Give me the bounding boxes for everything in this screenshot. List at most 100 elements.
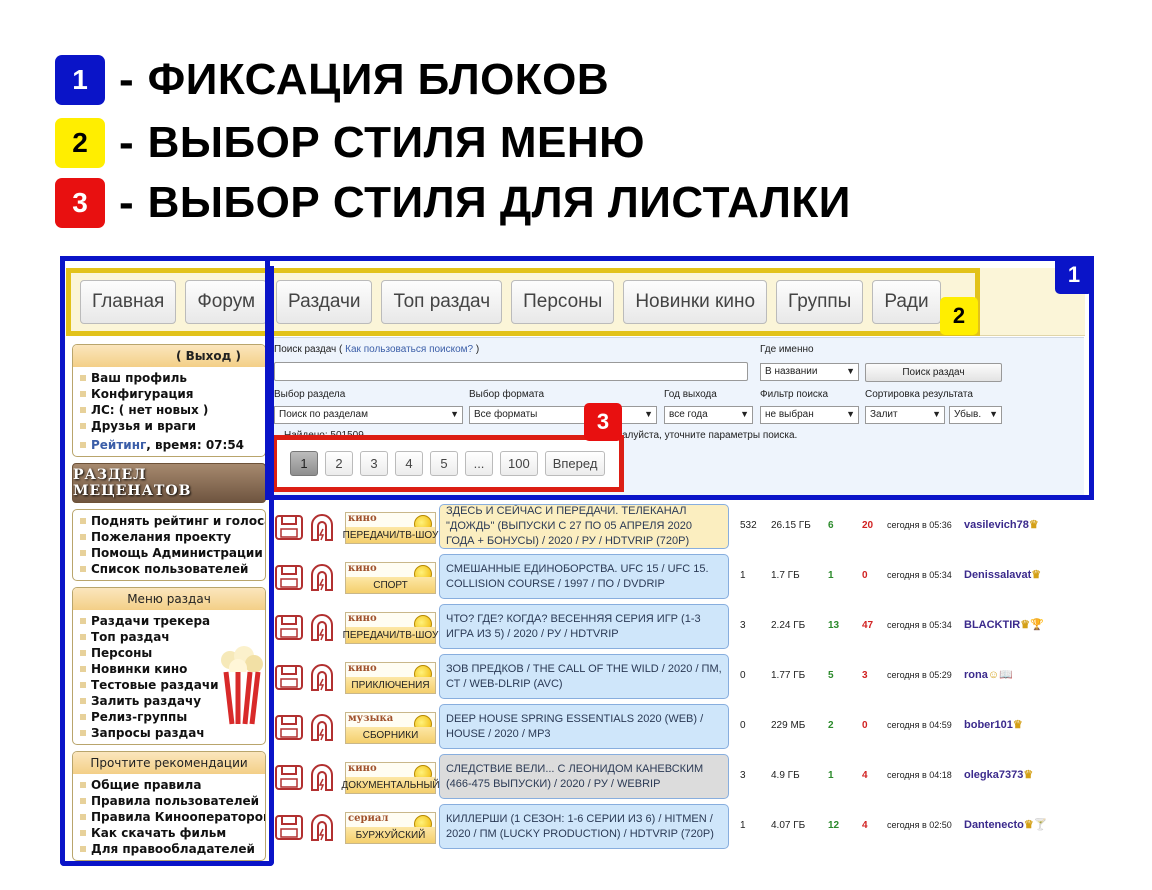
download-icon[interactable] <box>274 762 304 792</box>
torrent-title[interactable]: СЛЕДСТВИЕ ВЕЛИ... С ЛЕОНИДОМ КАНЕВСКИМ (… <box>439 754 729 799</box>
page-button[interactable]: 2 <box>325 451 353 476</box>
download-icon[interactable] <box>274 712 304 742</box>
file-count: 1 <box>740 820 746 831</box>
section-select[interactable]: Поиск по разделам <box>274 406 463 424</box>
page-button[interactable]: 3 <box>360 451 388 476</box>
magnet-icon[interactable] <box>307 762 337 792</box>
rules-menu-item[interactable]: Правила Кинооператоров <box>75 809 265 825</box>
uploader-name[interactable]: rona <box>964 669 988 681</box>
nav-tab[interactable]: Новинки кино <box>623 280 768 324</box>
download-icon[interactable] <box>274 812 304 842</box>
support-menu-item[interactable]: Поднять рейтинг и голоса <box>75 513 265 529</box>
server-time: , время: 07:54 <box>146 438 245 452</box>
uploader-name[interactable]: bober101 <box>964 719 1013 731</box>
torrent-title[interactable]: DEEP HOUSE SPRING ESSENTIALS 2020 (WEB) … <box>439 704 729 749</box>
where-select[interactable]: В названии <box>760 363 859 381</box>
uploader-name[interactable]: Dantenecto <box>964 819 1024 831</box>
next-page-button[interactable]: Вперед <box>544 451 606 476</box>
torrent-size: 26.15 ГБ <box>771 520 811 531</box>
page-button[interactable]: 100 <box>500 451 538 476</box>
leechers-count: 20 <box>862 520 874 531</box>
rating-link[interactable]: Рейтинг <box>91 438 146 452</box>
uploader[interactable]: rona☺📖 <box>964 668 1013 681</box>
logout-link[interactable]: ( Выход ) <box>73 345 265 367</box>
uploader[interactable]: Dantenecto♛🍸 <box>964 818 1047 831</box>
leechers-count: 0 <box>862 720 868 731</box>
torrents-menu-item[interactable]: Раздачи трекера <box>75 613 265 629</box>
category-badge[interactable]: кино ПЕРЕДАЧИ/ТВ-ШОУ <box>343 512 438 544</box>
rules-menu-item[interactable]: Для правообладателей <box>75 841 265 857</box>
uploader[interactable]: bober101♛ <box>964 718 1023 731</box>
download-icon[interactable] <box>274 562 304 592</box>
torrent-title[interactable]: ЧТО? ГДЕ? КОГДА? ВЕСЕННЯЯ СЕРИЯ ИГР (1-3… <box>439 604 729 649</box>
user-menu-item[interactable]: Конфигурация <box>75 386 265 402</box>
search-button[interactable]: Поиск раздач <box>865 363 1002 382</box>
uploader[interactable]: olegka7373♛ <box>964 768 1033 781</box>
magnet-icon[interactable] <box>307 612 337 642</box>
year-select[interactable]: все года <box>664 406 753 424</box>
uploader-name[interactable]: olegka7373 <box>964 769 1023 781</box>
torrent-row: кино ПЕРЕДАЧИ/ТВ-ШОУ ЗДЕСЬ И СЕЙЧАС И ПЕРЕ… <box>270 500 1085 550</box>
support-menu-item[interactable]: Список пользователей <box>75 561 265 577</box>
nav-tab[interactable]: Персоны <box>511 280 615 324</box>
download-icon[interactable] <box>274 512 304 542</box>
magnet-icon[interactable] <box>307 662 337 692</box>
order-select[interactable]: Убыв. <box>949 406 1002 424</box>
magnet-icon[interactable] <box>307 812 337 842</box>
rules-menu-item[interactable]: Как скачать фильм <box>75 825 265 841</box>
torrent-title[interactable]: ЗОВ ПРЕДКОВ / THE CALL OF THE WILD / 202… <box>439 654 729 699</box>
nav-tab[interactable]: Раздачи <box>276 280 373 324</box>
page-button[interactable]: 5 <box>430 451 458 476</box>
torrent-title[interactable]: СМЕШАННЫЕ ЕДИНОБОРСТВА. UFC 15 / UFC 15.… <box>439 554 729 599</box>
nav-tab[interactable]: Форум <box>185 280 268 324</box>
category-badge[interactable]: кино ПЕРЕДАЧИ/ТВ-ШОУ <box>343 612 438 644</box>
uploader-name[interactable]: Denissalavat <box>964 569 1031 581</box>
seeders-count: 1 <box>828 770 834 781</box>
nav-tab[interactable]: Главная <box>80 280 177 324</box>
page-button[interactable]: 1 <box>290 451 318 476</box>
category-badge[interactable]: кино СПОРТ <box>345 562 436 594</box>
nav-tab[interactable]: Группы <box>776 280 864 324</box>
search-input[interactable] <box>274 362 748 381</box>
uploader[interactable]: vasilevich78♛ <box>964 518 1039 531</box>
torrents-menu-item[interactable]: Запросы раздач <box>75 725 265 741</box>
torrent-title[interactable]: КИЛЛЕРШИ (1 СЕЗОН: 1-6 СЕРИИ ИЗ 6) / HIT… <box>439 804 729 849</box>
nav-tab[interactable]: Топ раздач <box>381 280 503 324</box>
download-icon[interactable] <box>274 612 304 642</box>
nav-tab[interactable]: Ради <box>872 280 941 324</box>
uploader-name[interactable]: vasilevich78 <box>964 519 1029 531</box>
support-menu-item[interactable]: Помощь Администрации <box>75 545 265 561</box>
filter-select[interactable]: не выбран <box>760 406 859 424</box>
user-menu-item[interactable]: Ваш профиль <box>75 370 265 386</box>
page-button[interactable]: 4 <box>395 451 423 476</box>
uploader-name[interactable]: BLACKTIR <box>964 619 1020 631</box>
rules-menu-item[interactable]: Правила пользователей <box>75 793 265 809</box>
support-menu-item[interactable]: Пожелания проекту <box>75 529 265 545</box>
uploader[interactable]: Denissalavat♛ <box>964 568 1041 581</box>
rules-box: Прочтите рекомендации Общие правила Прави… <box>72 751 266 861</box>
magnet-icon[interactable] <box>307 712 337 742</box>
format-select[interactable]: Все форматы <box>469 406 657 424</box>
page-button[interactable]: ... <box>465 451 493 476</box>
magnet-icon[interactable] <box>307 512 337 542</box>
torrent-title[interactable]: ЗДЕСЬ И СЕЙЧАС И ПЕРЕДАЧИ. ТЕЛЕКАНАЛ "ДО… <box>439 504 729 549</box>
torrents-menu-item[interactable]: Топ раздач <box>75 629 265 645</box>
marker-3: 3 <box>584 403 622 441</box>
category-badge[interactable]: кино ДОКУМЕНТАЛЬНЫЙ <box>341 762 440 794</box>
user-menu-item[interactable]: Друзья и враги <box>75 418 265 434</box>
category-badge[interactable]: сериал БУРЖУЙСКИЙ <box>345 812 436 844</box>
category-name: БУРЖУЙСКИЙ <box>346 827 435 843</box>
uploader[interactable]: BLACKTIR♛🏆 <box>964 618 1044 631</box>
user-menu-item[interactable]: ЛС: ( нет новых ) <box>75 402 265 418</box>
category-badge[interactable]: музыка СБОРНИКИ <box>345 712 436 744</box>
uploader-badge-icon: ♛ <box>1012 719 1023 731</box>
category-type: кино <box>348 763 377 774</box>
legend-badge: 2 <box>55 118 105 168</box>
search-help-link[interactable]: Как пользоваться поиском? <box>345 344 473 355</box>
patrons-banner[interactable]: РАЗДЕЛ МЕЦЕНАТОВ <box>72 463 266 503</box>
magnet-icon[interactable] <box>307 562 337 592</box>
rules-menu-item[interactable]: Общие правила <box>75 777 265 793</box>
category-badge[interactable]: кино ПРИКЛЮЧЕНИЯ <box>345 662 436 694</box>
sort-select[interactable]: Залит <box>865 406 945 424</box>
download-icon[interactable] <box>274 662 304 692</box>
